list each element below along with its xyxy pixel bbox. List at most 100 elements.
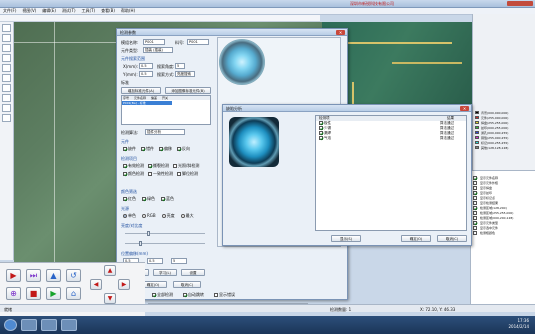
slider-thumb[interactable]: [147, 231, 150, 236]
checkbox[interactable]: [473, 225, 477, 230]
menu-item[interactable]: 帮助(H): [121, 8, 135, 14]
checkbox[interactable]: [148, 172, 152, 176]
checkbox[interactable]: [214, 293, 218, 297]
select-tool-button[interactable]: [2, 34, 11, 42]
explorer-icon[interactable]: [21, 319, 37, 331]
pointer-tool-button[interactable]: [2, 24, 11, 32]
show-button[interactable]: 显示(S): [331, 235, 361, 242]
arrow-up-icon[interactable]: ▲: [104, 265, 116, 276]
checkbox-option[interactable]: 蓝色: [161, 196, 174, 202]
y-field[interactable]: 0.5: [139, 71, 153, 77]
rotate-tool-button[interactable]: [2, 94, 11, 102]
checkbox-option[interactable]: 偏移: [159, 146, 172, 152]
checkbox-option[interactable]: 颜色检测: [123, 171, 144, 177]
grid-tool-button[interactable]: [2, 104, 11, 112]
radio-button[interactable]: [161, 214, 166, 218]
offset-dy-field[interactable]: 0.5: [147, 258, 163, 264]
app-icon[interactable]: [41, 319, 57, 331]
cancel-button[interactable]: 取消(C): [173, 281, 201, 288]
move-tool-button[interactable]: [2, 54, 11, 62]
analysis-cancel-button[interactable]: 取消(C): [437, 235, 467, 242]
start-orb-icon[interactable]: [4, 319, 17, 331]
menu-item[interactable]: 测试(T): [62, 8, 76, 14]
checkbox-option[interactable]: 红色: [123, 196, 136, 202]
pcb-type-select[interactable]: 插装 (插装): [143, 47, 173, 53]
menu-item[interactable]: 视图(V): [22, 8, 36, 14]
radio-button[interactable]: [142, 214, 146, 218]
table-row[interactable]: 气泡 算法通过: [316, 136, 466, 141]
pan-tool-button[interactable]: [2, 74, 11, 82]
checkbox[interactable]: [473, 175, 477, 180]
checkbox[interactable]: [473, 205, 477, 210]
angle-field[interactable]: 5: [175, 63, 185, 69]
color-legend-item[interactable]: 其他(128,128,128): [473, 145, 535, 150]
checkbox[interactable]: [123, 172, 127, 176]
standard-list[interactable]: 序号 元件名称 偏差 开关 P001[Ba] - 标准: [121, 95, 211, 125]
step-icon[interactable]: ⏭: [26, 269, 41, 282]
checkbox[interactable]: [123, 164, 127, 168]
checkbox[interactable]: [473, 230, 477, 235]
add-standard-button[interactable]: 增加标准元件(A): [121, 87, 161, 94]
checkbox-option[interactable]: 脚位检测: [177, 171, 198, 177]
checkbox[interactable]: [183, 293, 187, 297]
threshold-slider-2[interactable]: [125, 241, 205, 246]
checkbox[interactable]: [473, 220, 477, 225]
slider-thumb[interactable]: [139, 241, 142, 246]
menu-item[interactable]: 查看(B): [101, 8, 115, 14]
menu-item[interactable]: 文件(F): [3, 8, 16, 14]
radio-button[interactable]: [123, 214, 127, 218]
close-button[interactable]: ✕: [460, 106, 469, 111]
checkbox[interactable]: [473, 210, 477, 215]
radio-button[interactable]: [180, 214, 185, 218]
apply-button[interactable]: 设置: [181, 269, 205, 276]
analysis-results-table[interactable]: 检测项 结果 极性 算法通过 少锡 算法通过 漏焊 算法通过 气泡 算法通过: [315, 115, 467, 231]
search-method-select[interactable]: 亮度搜索: [175, 71, 195, 77]
home-icon[interactable]: ⌂: [66, 287, 81, 300]
checkbox-option[interactable]: 反向: [177, 146, 190, 152]
checkbox[interactable]: [319, 136, 323, 140]
eject-icon[interactable]: ▲: [46, 269, 61, 282]
list-row-selected[interactable]: P001[Ba] - 标准: [122, 101, 172, 105]
rect-tool-button[interactable]: [2, 44, 11, 52]
arrow-down-icon[interactable]: ▼: [104, 293, 116, 304]
checkbox-option[interactable]: 显示错误: [214, 292, 235, 298]
window-controls[interactable]: [507, 1, 533, 6]
checkbox[interactable]: [473, 190, 477, 195]
checkbox[interactable]: [473, 215, 477, 220]
menu-item[interactable]: 工具(T): [82, 8, 96, 14]
reset-icon[interactable]: ↺: [66, 269, 81, 282]
learn-button[interactable]: 学习(L): [153, 269, 177, 276]
checkbox-option[interactable]: 撕裂检测: [148, 163, 169, 169]
zoom-tool-button[interactable]: [2, 64, 11, 72]
measure-tool-button[interactable]: [2, 84, 11, 92]
part-field[interactable]: P001: [187, 39, 209, 45]
target-icon[interactable]: ⊕: [6, 287, 21, 300]
checkbox[interactable]: [148, 164, 152, 168]
checkbox[interactable]: [473, 195, 477, 200]
checkbox-option[interactable]: 错件: [141, 146, 154, 152]
checkbox[interactable]: [123, 197, 127, 201]
checkbox[interactable]: [319, 131, 323, 135]
checkbox[interactable]: [319, 121, 323, 125]
checkbox[interactable]: [123, 147, 127, 151]
offset-dr-field[interactable]: 5: [171, 258, 187, 264]
checkbox-option[interactable]: 缺件: [123, 146, 136, 152]
radio-option[interactable]: 亮度: [161, 213, 175, 219]
display-option-row[interactable]: 检测框颜色: [471, 230, 535, 235]
menu-item[interactable]: 编辑(E): [42, 8, 56, 14]
radio-option[interactable]: 单色: [123, 213, 136, 219]
checkbox-option[interactable]: 有效检测: [123, 163, 144, 169]
arrow-right-icon[interactable]: ▶: [118, 279, 130, 290]
x-field[interactable]: 0.5: [139, 63, 153, 69]
add-image-standard-button[interactable]: 添加图像标准元件(B): [165, 87, 211, 94]
check-method-select[interactable]: 插件分析: [145, 129, 185, 135]
checkbox[interactable]: [173, 164, 177, 168]
start-icon[interactable]: ▶: [46, 287, 61, 300]
checkbox[interactable]: [159, 147, 163, 151]
stop-icon[interactable]: ■: [26, 287, 41, 300]
checkbox[interactable]: [161, 197, 165, 201]
checkbox-option[interactable]: 全部检测: [152, 292, 173, 298]
checkbox[interactable]: [473, 185, 477, 190]
checkbox-option[interactable]: 光照/斜检测: [173, 163, 199, 169]
checkbox-option[interactable]: 一致性检测: [148, 171, 173, 177]
